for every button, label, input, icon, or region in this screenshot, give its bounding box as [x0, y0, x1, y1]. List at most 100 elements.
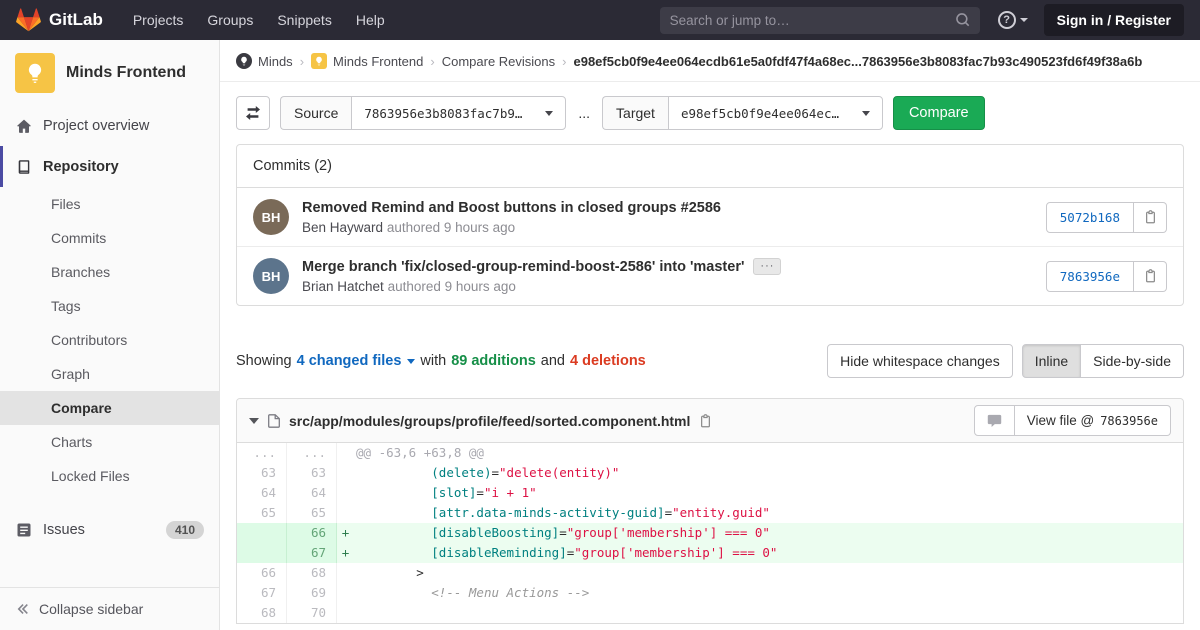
navbar-item-help[interactable]: Help	[344, 6, 397, 34]
diff-new-line-number[interactable]: 65	[287, 503, 337, 523]
diff-old-line-number[interactable]: ...	[237, 443, 287, 463]
diff-old-line-number[interactable]: 65	[237, 503, 287, 523]
copy-sha-button[interactable]	[1134, 201, 1167, 233]
comment-icon	[987, 414, 1001, 427]
side-by-side-view-button[interactable]: Side-by-side	[1081, 344, 1184, 378]
breadcrumb-current-revisions: e98ef5cb0f9e4ee064ecdb61e5a0fdf47f4a68ec…	[573, 53, 1143, 69]
sidebar-item-contributors[interactable]: Contributors	[0, 323, 219, 357]
sidebar-item-issues[interactable]: Issues 410	[0, 509, 219, 550]
sidebar-item-files[interactable]: Files	[0, 187, 219, 221]
copy-to-clipboard-icon	[701, 413, 711, 427]
commit-author-name[interactable]: Ben Hayward	[302, 220, 383, 235]
source-revision-dropdown[interactable]: 7863956e3b8083fac7b9…	[351, 96, 567, 130]
diff-new-line-number[interactable]: 67	[287, 543, 337, 563]
compare-button[interactable]: Compare	[892, 96, 985, 130]
navbar-item-groups[interactable]: Groups	[195, 6, 265, 34]
commit-author-avatar: BH	[253, 199, 289, 235]
navbar-item-snippets[interactable]: Snippets	[265, 6, 343, 34]
diff-old-line-number[interactable]: 64	[237, 483, 287, 503]
commit-sha-button[interactable]: 5072b168	[1045, 201, 1134, 233]
with-text: with	[420, 353, 447, 369]
diff-old-line-number[interactable]: 67	[237, 583, 287, 603]
code-segment: =	[664, 505, 673, 520]
sidebar-item-tags[interactable]: Tags	[0, 289, 219, 323]
diff-old-line-number[interactable]: 66	[237, 563, 287, 583]
sidebar-item-commits[interactable]: Commits	[0, 221, 219, 255]
diff-old-line-number[interactable]: 63	[237, 463, 287, 483]
hide-whitespace-button[interactable]: Hide whitespace changes	[827, 344, 1013, 378]
diff-file-header: src/app/modules/groups/profile/feed/sort…	[237, 399, 1183, 443]
view-file-button[interactable]: View file @ 7863956e	[1014, 405, 1171, 436]
diff-new-line-number[interactable]: 66	[287, 523, 337, 543]
diff-new-line-number[interactable]: 64	[287, 483, 337, 503]
code-segment: "entity.guid"	[672, 505, 770, 520]
diff-old-line-number[interactable]	[237, 523, 287, 543]
target-revision-dropdown[interactable]: e98ef5cb0f9e4ee064ec…	[667, 96, 883, 130]
gitlab-tanuki-icon	[16, 8, 41, 32]
target-revision-value: e98ef5cb0f9e4ee064ec…	[680, 105, 839, 121]
diff-new-line-number[interactable]: ...	[287, 443, 337, 463]
diff-old-line-number[interactable]	[237, 543, 287, 563]
diff-line-add: 67 + [disableReminding]="group['membershi…	[237, 543, 1183, 563]
sidebar-item-label: Repository	[43, 158, 119, 175]
breadcrumb-link-minds-frontend[interactable]: Minds Frontend	[311, 53, 423, 69]
search-icon	[955, 13, 969, 27]
view-file-sha: 7863956e	[1100, 413, 1158, 428]
commit-meta: Ben Hayward authored 9 hours ago	[302, 220, 1033, 235]
commits-panel: Commits (2) BH Removed Remind and Boost b…	[236, 144, 1184, 306]
diff-line-code: <!-- Menu Actions -->	[354, 583, 1183, 603]
diff-line-code: (delete)="delete(entity)"	[354, 463, 1183, 483]
commit-message-expand-button[interactable]: ···	[753, 258, 782, 275]
diff-line-sign	[337, 583, 354, 603]
diff-new-line-number[interactable]: 68	[287, 563, 337, 583]
copy-sha-button[interactable]	[1134, 260, 1167, 292]
breadcrumb-link-minds[interactable]: Minds	[236, 53, 293, 69]
collapse-sidebar-button[interactable]: Collapse sidebar	[0, 587, 219, 630]
breadcrumb-link-compare-revisions[interactable]: Compare Revisions	[442, 54, 555, 69]
search-box[interactable]	[659, 6, 980, 34]
diff-new-line-number[interactable]: 69	[287, 583, 337, 603]
project-header-link[interactable]: Minds Frontend	[0, 40, 219, 105]
commit-title-link[interactable]: Merge branch 'fix/closed-group-remind-bo…	[302, 259, 744, 275]
sidebar-item-compare[interactable]: Compare	[0, 391, 219, 425]
copy-file-path-button[interactable]	[699, 413, 712, 428]
issues-icon	[15, 521, 32, 538]
help-dropdown[interactable]: ?	[997, 11, 1028, 29]
commit-title-link[interactable]: Removed Remind and Boost buttons in clos…	[302, 200, 721, 216]
commit-author-name[interactable]: Brian Hatchet	[302, 279, 384, 294]
breadcrumb-label: Compare Revisions	[441, 53, 556, 69]
code-segment: =	[559, 525, 567, 540]
commit-author-avatar: BH	[253, 258, 289, 294]
file-icon	[268, 413, 280, 428]
commit-sha-button[interactable]: 7863956e	[1045, 260, 1134, 292]
collapse-diff-icon[interactable]	[249, 417, 259, 424]
project-avatar-icon	[311, 53, 328, 69]
commit-info: Removed Remind and Boost buttons in clos…	[302, 200, 1033, 235]
diff-old-line-number[interactable]: 68	[237, 603, 287, 623]
sidebar-item-locked-files[interactable]: Locked Files	[0, 459, 219, 493]
gitlab-home-link[interactable]: GitLab	[16, 8, 103, 32]
project-name: Minds Frontend	[66, 64, 186, 81]
diff-new-line-number[interactable]: 63	[287, 463, 337, 483]
sidebar-item-charts[interactable]: Charts	[0, 425, 219, 459]
sidebar-item-repository[interactable]: Repository	[0, 146, 219, 187]
code-segment: "delete(entity)"	[499, 465, 620, 480]
diff-line-code: >	[354, 563, 1183, 583]
lightbulb-icon	[28, 63, 42, 83]
swap-revisions-button[interactable]	[236, 96, 270, 130]
search-input[interactable]	[669, 12, 948, 28]
inline-view-button[interactable]: Inline	[1021, 344, 1082, 378]
sidebar-item-project-overview[interactable]: Project overview	[0, 105, 219, 146]
toggle-comments-button[interactable]	[973, 405, 1015, 436]
sidebar-item-branches[interactable]: Branches	[0, 255, 219, 289]
breadcrumb-separator: ›	[562, 53, 567, 69]
navbar-item-projects[interactable]: Projects	[121, 6, 196, 34]
changed-files-dropdown[interactable]: 4 changed files	[297, 353, 416, 369]
commit-meta: Brian Hatchet authored 9 hours ago	[302, 279, 1033, 294]
sidebar-item-graph[interactable]: Graph	[0, 357, 219, 391]
diff-new-line-number[interactable]: 70	[287, 603, 337, 623]
sign-in-register-button[interactable]: Sign in / Register	[1043, 4, 1184, 36]
commit-sha-group: 7863956e	[1045, 260, 1167, 292]
